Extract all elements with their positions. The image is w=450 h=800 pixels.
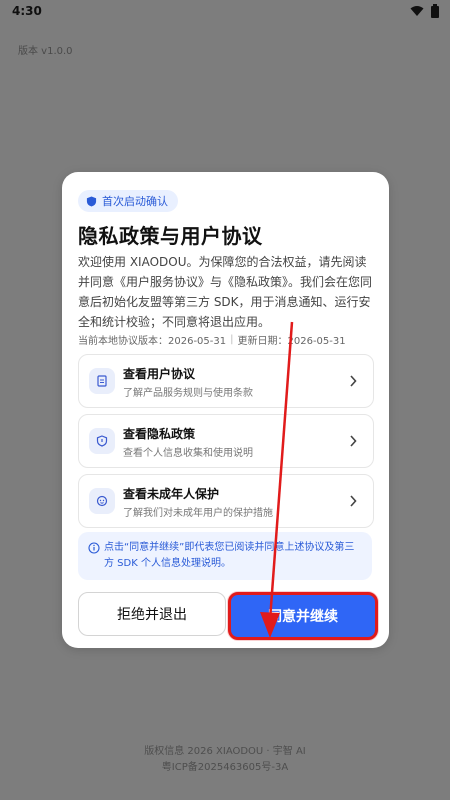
item-title: 查看用户协议: [123, 367, 196, 381]
item-subtitle: 查看个人信息收集和使用说明: [123, 448, 253, 459]
meta-separator: |: [230, 334, 234, 345]
footer: 版权信息 2026 XIAODOU · 宇智 AI 粤ICP备202546360…: [0, 744, 450, 776]
first-launch-badge: 首次启动确认: [78, 190, 178, 212]
agreement-version: 当前本地协议版本：2026-05-31: [78, 336, 227, 347]
view-user-agreement-item[interactable]: 查看用户协议 了解产品服务规则与使用条款: [78, 354, 374, 408]
dialog-title: 隐私政策与用户协议: [78, 224, 263, 248]
chevron-right-icon: [345, 372, 361, 390]
dialog-intro: 欢迎使用 XIAODOU。为保障您的合法权益，请先阅读并同意《用户服务协议》与《…: [78, 255, 373, 329]
shield-icon: [89, 428, 115, 454]
app-version: 版本 v1.0.0: [18, 46, 73, 57]
agreement-updated-date: 更新日期：2026-05-31: [237, 336, 346, 347]
icp-license-text: 粤ICP备2025463605号-3A: [161, 762, 289, 773]
shield-icon: [86, 195, 97, 207]
battery-icon: [431, 4, 439, 18]
child-face-icon: [89, 488, 115, 514]
badge-label: 首次启动确认: [102, 195, 168, 208]
status-time: 4:30: [12, 4, 42, 18]
chevron-right-icon: [345, 492, 361, 510]
item-title: 查看未成年人保护: [123, 487, 220, 501]
view-privacy-policy-item[interactable]: 查看隐私政策 查看个人信息收集和使用说明: [78, 414, 374, 468]
item-title: 查看隐私政策: [123, 427, 196, 441]
status-bar: 4:30: [0, 0, 450, 22]
agreement-meta: 当前本地协议版本：2026-05-31 | 更新日期：2026-05-31: [78, 332, 375, 347]
status-icons: [410, 4, 440, 18]
agree-and-continue-button[interactable]: 同意并继续: [228, 592, 378, 640]
view-minor-protection-item[interactable]: 查看未成年人保护 了解我们对未成年用户的保护措施: [78, 474, 374, 528]
copyright-text: 版权信息 2026 XIAODOU · 宇智 AI: [144, 746, 306, 757]
wifi-icon: [410, 6, 424, 16]
document-icon: [89, 368, 115, 394]
item-subtitle: 了解产品服务规则与使用条款: [123, 388, 253, 399]
chevron-right-icon: [345, 432, 361, 450]
item-subtitle: 了解我们对未成年用户的保护措施: [123, 508, 273, 519]
privacy-consent-dialog: 首次启动确认 隐私政策与用户协议 欢迎使用 XIAODOU。为保障您的合法权益，…: [62, 172, 389, 648]
consent-notice-text: 点击“同意并继续”即代表您已阅读并同意上述协议及第三方 SDK 个人信息处理说明…: [104, 542, 355, 569]
consent-notice: 点击“同意并继续”即代表您已阅读并同意上述协议及第三方 SDK 个人信息处理说明…: [78, 532, 372, 580]
reject-and-exit-button[interactable]: 拒绝并退出: [78, 592, 226, 636]
info-icon: [88, 542, 100, 554]
